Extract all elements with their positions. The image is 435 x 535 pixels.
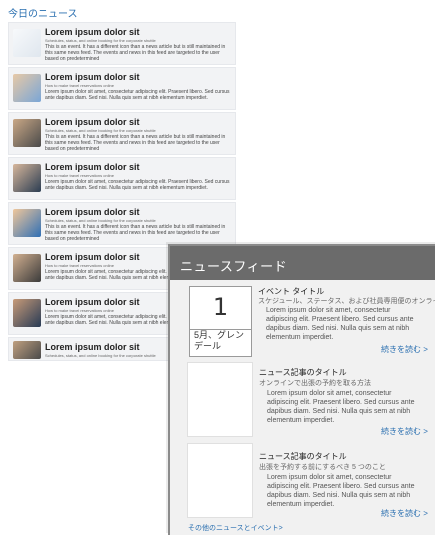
news-item-meta: Schedules, status, and online booking fo…	[45, 128, 156, 133]
news-item[interactable]: Lorem ipsum dolor sit Schedules, status,…	[8, 22, 236, 65]
news-thumbnail	[13, 119, 41, 147]
read-more-link[interactable]: 続きを読む >	[381, 344, 428, 355]
news-thumbnail	[13, 164, 41, 192]
news-item-meta: How to make travel reservations online	[45, 308, 114, 313]
news-item-title[interactable]: Lorem ipsum dolor sit	[45, 252, 140, 262]
news-item-meta: How to make travel reservations online	[45, 83, 114, 88]
news-item[interactable]: Lorem ipsum dolor sit How to make travel…	[8, 67, 236, 110]
news-thumbnail	[13, 299, 41, 327]
event-date-badge: 1 5月、グレンデール	[189, 286, 252, 357]
news-item-title[interactable]: Lorem ipsum dolor sit	[45, 162, 140, 172]
news-item-title[interactable]: Lorem ipsum dolor sit	[45, 27, 140, 37]
article-thumbnail	[187, 362, 253, 437]
news-item-title[interactable]: Lorem ipsum dolor sit	[45, 117, 140, 127]
article-subtitle: オンラインで出張の予約を取る方法	[259, 380, 371, 387]
article-body: Lorem ipsum dolor sit amet, consectetur …	[267, 390, 415, 424]
news-item-title[interactable]: Lorem ipsum dolor sit	[45, 72, 140, 82]
news-item-body: Lorem ipsum dolor sit amet, consectetur …	[45, 179, 230, 191]
news-item-meta: Schedules, status, and online booking fo…	[45, 38, 156, 43]
article-thumbnail	[187, 443, 253, 518]
news-thumbnail	[13, 254, 41, 282]
news-thumbnail	[13, 74, 41, 102]
news-item-meta: How to make travel reservations online	[45, 173, 114, 178]
news-thumbnail	[13, 341, 41, 359]
news-item[interactable]: Lorem ipsum dolor sit How to make travel…	[8, 157, 236, 200]
article-body: Lorem ipsum dolor sit amet, consectetur …	[267, 474, 415, 508]
news-item-body: Lorem ipsum dolor sit amet, consectetur …	[45, 89, 230, 101]
read-more-link[interactable]: 続きを読む >	[381, 508, 428, 519]
read-more-link[interactable]: 続きを読む >	[381, 426, 428, 437]
news-thumbnail	[13, 209, 41, 237]
news-item-title[interactable]: Lorem ipsum dolor sit	[45, 207, 140, 217]
news-feed-header: ニュースフィード	[170, 246, 435, 280]
event-body: Lorem ipsum dolor sit amet, consectetur …	[266, 307, 414, 341]
news-thumbnail	[13, 29, 41, 57]
event-subtitle: スケジュール、ステータス、および社員専用便のオンライ	[258, 298, 435, 305]
article-subtitle: 出張を予約する前にするべき 5 つのこと	[259, 464, 386, 471]
news-item-body: This is an event. It has a different ico…	[45, 224, 226, 242]
news-item[interactable]: Lorem ipsum dolor sit Schedules, status,…	[8, 112, 236, 155]
news-item-body: This is an event. It has a different ico…	[45, 134, 226, 152]
event-location: 5月、グレンデール	[194, 330, 245, 351]
news-item-body: This is an event. It has a different ico…	[45, 44, 226, 62]
news-item-meta: Schedules, status, and online booking fo…	[45, 218, 156, 223]
event-card[interactable]: 1 5月、グレンデール イベント タイトル スケジュール、ステータス、および社員…	[186, 282, 435, 357]
news-item-title[interactable]: Lorem ipsum dolor sit	[45, 297, 140, 307]
news-item[interactable]: Lorem ipsum dolor sit Schedules, status,…	[8, 202, 236, 245]
news-feed-title: ニュースフィード	[180, 259, 288, 274]
news-item-meta: Schedules, status, and online booking fo…	[45, 353, 156, 358]
article-title[interactable]: ニュース記事のタイトル	[259, 451, 347, 462]
article-title[interactable]: ニュース記事のタイトル	[259, 367, 347, 378]
news-item-meta: How to make travel reservations online	[45, 263, 114, 268]
more-news-events-link[interactable]: その他のニュースとイベント>	[188, 523, 283, 533]
today-news-title: 今日のニュース	[8, 9, 78, 20]
news-item-title[interactable]: Lorem ipsum dolor sit	[45, 342, 140, 352]
news-feed-panel: ニュースフィード 1 5月、グレンデール イベント タイトル スケジュール、ステ…	[168, 244, 435, 535]
event-day: 1	[212, 293, 229, 321]
